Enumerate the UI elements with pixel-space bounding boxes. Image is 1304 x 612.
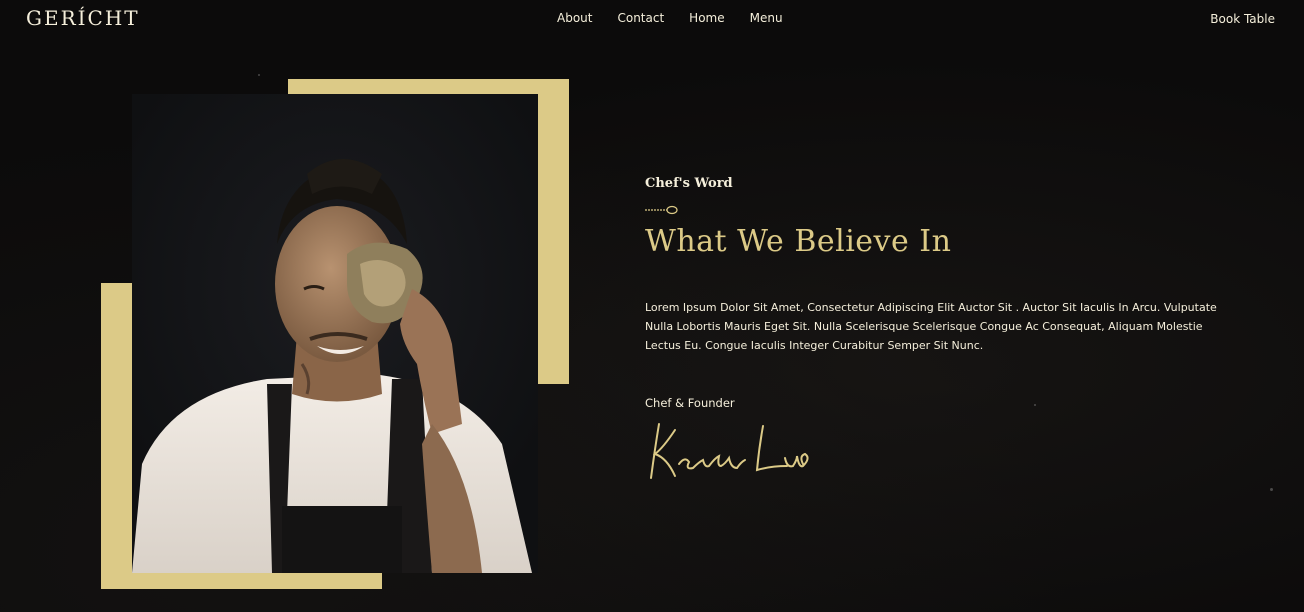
nav-link-menu[interactable]: Menu xyxy=(750,11,783,25)
spoon-icon xyxy=(645,200,679,219)
book-table-link[interactable]: Book Table xyxy=(1210,12,1275,26)
chef-photo xyxy=(132,94,538,573)
signature-icon xyxy=(645,418,815,490)
chef-role: Chef & Founder xyxy=(645,396,735,410)
nav-link-about[interactable]: About xyxy=(557,11,592,25)
chef-illustration xyxy=(132,94,538,573)
logo[interactable]: GERÍCHT xyxy=(26,6,140,30)
background-speck xyxy=(258,74,260,76)
section-body-text: Lorem Ipsum Dolor Sit Amet, Consectetur … xyxy=(645,301,1217,352)
background-speck xyxy=(1034,404,1036,406)
background-speck xyxy=(1270,488,1273,491)
section-subtitle: Chef's Word xyxy=(645,176,733,191)
navbar: GERÍCHT About Contact Home Menu Book Tab… xyxy=(0,0,1304,36)
section-headline: What We Believe In xyxy=(645,224,952,259)
nav-link-contact[interactable]: Contact xyxy=(617,11,664,25)
nav-link-home[interactable]: Home xyxy=(689,11,724,25)
nav-links: About Contact Home Menu xyxy=(557,11,808,25)
